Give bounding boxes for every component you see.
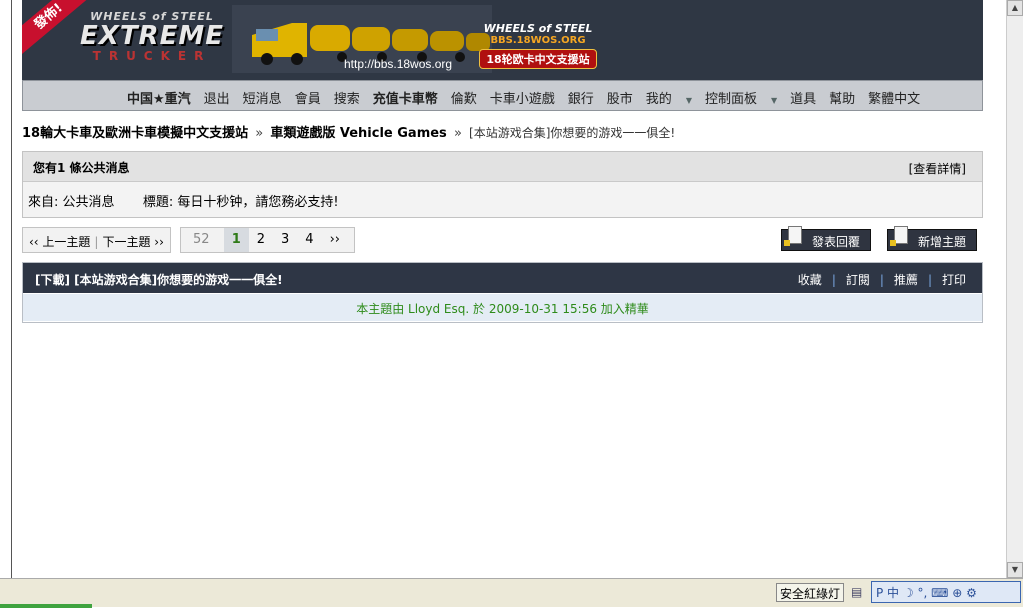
next-topic-link[interactable]: 下一主題 ›› [102, 235, 163, 249]
public-message-box: 您有1 條公共消息 [查看詳情] 來自: 公共消息 標題: 每日十秒钟，請您務必… [22, 151, 983, 218]
nav-item[interactable]: 退出 [204, 88, 230, 107]
new-topic-icon [890, 226, 908, 246]
thread-header: [下載] [本站游戏合集]你想要的游戏一一俱全! 收藏 | 訂閱 | 推薦 | 打印 [23, 263, 982, 293]
breadcrumb-current: [本站游戏合集]你想要的游戏一一俱全! [469, 126, 676, 140]
page-link[interactable]: 3 [273, 228, 297, 252]
thread-action-link[interactable]: 推薦 [894, 273, 918, 287]
nav-item[interactable]: 幫助 [829, 88, 855, 107]
thread-action-link[interactable]: 打印 [942, 273, 966, 287]
vertical-scrollbar[interactable]: ▲ ▼ [1006, 0, 1023, 578]
thread-action-link[interactable]: 收藏 [798, 273, 822, 287]
thread-action-link[interactable]: 訂閱 [846, 273, 870, 287]
status-page-icon: ▤ [851, 585, 863, 599]
next-page-link[interactable]: ›› [322, 228, 354, 252]
ime-toolbar[interactable]: P 中 ☽ °, ⌨ ⊕ ⚙ [871, 581, 1021, 603]
main-nav: 中国★重汽 退出 短消息 會員 搜索 充值卡車幣 倫歎 卡車小遊戲 銀行 股市 我的 ▼ 控制面板 ▼ 道具… [22, 80, 983, 111]
site-banner: 發佈! WHEELS of STEEL EXTREME TRUCKER http… [22, 0, 983, 80]
page-link[interactable]: 1 [223, 228, 249, 252]
nav-item[interactable]: 搜索 [334, 88, 360, 107]
nav-item[interactable]: 道具 [790, 88, 816, 107]
site-url[interactable]: http://bbs.18wos.org [344, 57, 452, 71]
action-divider: | [927, 273, 932, 287]
browser-status-bar: 安全紅綠灯 ▤ P 中 ☽ °, ⌨ ⊕ ⚙ [0, 578, 1023, 608]
reply-button[interactable]: 發表回覆 [781, 226, 872, 251]
scroll-up-icon[interactable]: ▲ [1007, 0, 1023, 16]
extreme-trucker-logo[interactable]: WHEELS of STEEL EXTREME TRUCKER [52, 10, 252, 70]
thread-actions: 收藏 | 訂閱 | 推薦 | 打印 [798, 271, 966, 288]
subject-value[interactable]: 每日十秒钟，請您務必支持! [177, 195, 338, 210]
nav-item[interactable]: 卡車小遊戲 [490, 88, 555, 107]
nav-item[interactable]: 銀行 [568, 88, 594, 107]
logo2-site: BBS.18WOS.ORG [490, 35, 586, 46]
nav-list: 中国★重汽 退出 短消息 會員 搜索 充值卡車幣 倫歎 卡車小遊戲 銀行 股市 我的 ▼ 控制面板 ▼ 道具… [127, 88, 933, 107]
chevron-down-icon[interactable]: ▼ [686, 96, 692, 105]
new-topic-label: 新增主題 [918, 235, 967, 249]
safe-light-button[interactable]: 安全紅綠灯 [776, 583, 845, 602]
public-message-header: 您有1 條公共消息 [查看詳情] [23, 152, 982, 182]
new-topic-button[interactable]: 新增主題 [887, 226, 978, 251]
load-progress [0, 604, 92, 608]
logo2-title: WHEELS of STEEL [483, 22, 593, 35]
window-left-edge [0, 0, 12, 578]
chevron-down-icon[interactable]: ▼ [771, 96, 777, 105]
wos-18-logo[interactable]: WHEELS of STEEL BBS.18WOS.ORG 18轮欧卡中文支援站 [468, 4, 608, 74]
page-link[interactable]: 4 [297, 228, 321, 252]
breadcrumb: 18輪大卡車及歐洲卡車模擬中文支援站 » 車類遊戲版 Vehicle Games… [22, 122, 983, 142]
from-value[interactable]: 公共消息 [63, 195, 115, 210]
nav-item[interactable]: 股市 [607, 88, 633, 107]
breadcrumb-sep: » [255, 126, 264, 141]
logo-main-text: EXTREME [80, 21, 224, 51]
nav-item[interactable]: 會員 [295, 88, 321, 107]
view-details-link[interactable]: [查看詳情] [909, 160, 966, 177]
action-divider: | [879, 273, 884, 287]
page-total[interactable]: 52 [181, 228, 220, 252]
thread-box: [下載] [本站游戏合集]你想要的游戏一一俱全! 收藏 | 訂閱 | 推薦 | 打印 本主題… [22, 262, 983, 323]
nav-item[interactable]: 繁體中文 [868, 88, 920, 107]
subject-label: 標題: [142, 195, 174, 210]
reply-icon [784, 226, 802, 246]
public-message-body: 來自: 公共消息 標題: 每日十秒钟，請您務必支持! [23, 182, 982, 219]
page-link[interactable]: 2 [249, 228, 273, 252]
thread-title: [下載] [本站游戏合集]你想要的游戏一一俱全! [35, 273, 283, 287]
nav-item[interactable]: 控制面板 ▼ [705, 88, 777, 107]
breadcrumb-sep: » [453, 126, 462, 141]
breadcrumb-home[interactable]: 18輪大卡車及歐洲卡車模擬中文支援站 [22, 126, 248, 141]
page: 發佈! WHEELS of STEEL EXTREME TRUCKER http… [12, 0, 1006, 578]
prev-topic-link[interactable]: ‹‹ 上一主題 [29, 235, 90, 249]
nav-item[interactable]: 短消息 [243, 88, 282, 107]
nav-item[interactable]: 中国★重汽 [127, 88, 191, 107]
from-label: 來自: [28, 195, 59, 210]
nav-item[interactable]: 我的 ▼ [646, 88, 692, 107]
reply-label: 發表回覆 [812, 235, 861, 249]
nav-item[interactable]: 倫歎 [451, 88, 477, 107]
public-message-title: 您有1 條公共消息 [33, 161, 130, 175]
prev-next-nav: ‹‹ 上一主題 | 下一主題 ›› [22, 227, 171, 253]
thread-digest-note: 本主題由 Lloyd Esq. 於 2009-10-31 15:56 加入精華 [23, 293, 982, 321]
logo-sub-text: TRUCKER [92, 49, 212, 63]
breadcrumb-forum[interactable]: 車類遊戲版 Vehicle Games [270, 126, 446, 141]
scroll-down-icon[interactable]: ▼ [1007, 562, 1023, 578]
action-divider: | [831, 273, 836, 287]
pager-bar: ‹‹ 上一主題 | 下一主題 ›› 52 1 2 3 4 ›› 發表回覆 新增主題 [22, 226, 983, 253]
logo2-cn: 18轮欧卡中文支援站 [479, 49, 597, 69]
nav-item[interactable]: 充值卡車幣 [373, 88, 438, 107]
page-numbers: 52 1 2 3 4 ›› [180, 227, 355, 253]
